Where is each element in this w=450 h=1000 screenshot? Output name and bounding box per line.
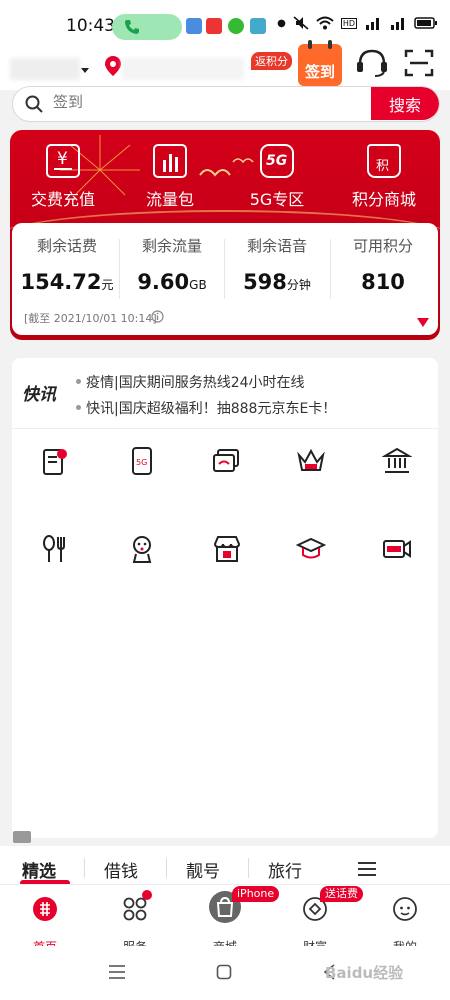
battery-icon xyxy=(414,17,437,29)
mute-icon xyxy=(293,16,309,30)
balance-data[interactable]: 剩余流量 9.60GB xyxy=(122,235,222,294)
5g-icon: 5G xyxy=(260,144,294,178)
divider xyxy=(224,239,225,299)
balance-value: 9.60GB xyxy=(137,270,207,294)
plus-crown-icon[interactable] xyxy=(296,446,326,476)
info-icon[interactable] xyxy=(151,310,164,323)
search-input[interactable] xyxy=(53,93,353,111)
dining-icon[interactable] xyxy=(40,534,70,564)
news-logo: 快讯 xyxy=(22,385,56,405)
divider xyxy=(248,858,249,878)
quick-action-data[interactable]: 流量包 xyxy=(125,144,215,210)
tab-number[interactable]: 靓号 xyxy=(186,857,220,882)
news-notify-icon xyxy=(206,18,222,34)
mascot-icon[interactable] xyxy=(127,534,157,564)
store-icon[interactable] xyxy=(212,534,242,564)
search-icon xyxy=(25,95,43,113)
balance-value: 598分钟 xyxy=(243,270,311,294)
location-text[interactable] xyxy=(122,58,244,80)
balance-voice[interactable]: 剩余语音 598分钟 xyxy=(227,235,327,294)
balance-timestamp: [截至 2021/10/01 10:14] xyxy=(24,312,157,325)
customer-service-icon[interactable] xyxy=(355,48,389,78)
divider xyxy=(84,858,85,878)
menu-icon[interactable] xyxy=(356,860,378,878)
scan-icon[interactable] xyxy=(404,48,434,78)
watermark: Baidu经验 xyxy=(325,964,404,982)
bank-icon[interactable] xyxy=(382,446,412,476)
bill-icon[interactable] xyxy=(40,446,70,476)
balance-value: 154.72元 xyxy=(20,270,114,294)
hd-icon: HD xyxy=(340,17,357,29)
signal-5g-2-icon xyxy=(391,18,404,30)
checkin-label: 签到 xyxy=(304,63,335,81)
live-video-icon[interactable] xyxy=(382,534,412,564)
points-badge: 返积分 xyxy=(251,52,292,70)
search-bar: 搜索 xyxy=(12,86,440,122)
signal-5g-icon xyxy=(366,18,379,30)
search-button-label: 搜索 xyxy=(388,95,421,115)
gift-credit-badge: 送话费 xyxy=(320,886,363,902)
search-button[interactable]: 搜索 xyxy=(371,87,439,120)
status-time: 10:43 xyxy=(66,16,115,36)
svg-text:5G: 5G xyxy=(136,458,147,467)
divider xyxy=(119,239,120,299)
quick-action-topup[interactable]: ¥ 交费充值 xyxy=(18,144,108,210)
balance-value: 810 xyxy=(361,270,405,294)
category-tabs xyxy=(0,846,450,884)
quick-action-label: 流量包 xyxy=(145,190,194,209)
points-bag-icon: 积 xyxy=(367,144,401,178)
wifi-icon xyxy=(316,16,334,30)
caret-down-icon[interactable] xyxy=(81,66,89,74)
balance-label: 剩余话费 xyxy=(36,237,97,255)
balance-label: 可用积分 xyxy=(352,237,413,255)
divider xyxy=(12,428,438,429)
home-button-icon[interactable] xyxy=(216,964,232,980)
system-indicators: ● HD xyxy=(277,16,438,30)
quick-action-label: 交费充值 xyxy=(30,190,95,209)
profile-icon[interactable] xyxy=(392,896,418,922)
checkin-button[interactable]: 签到 xyxy=(298,40,342,86)
dot-icon: ● xyxy=(277,17,286,29)
quick-action-points[interactable]: 积 积分商城 xyxy=(339,144,429,210)
data-chart-icon xyxy=(153,144,187,178)
keyboard-icon xyxy=(13,831,31,843)
phone-icon xyxy=(125,20,139,34)
account-number[interactable] xyxy=(10,58,80,80)
paw-notify-icon xyxy=(250,18,266,34)
balance-label: 剩余语音 xyxy=(246,237,307,255)
graduation-cap-icon[interactable] xyxy=(296,534,326,564)
quick-action-label: 5G专区 xyxy=(249,190,305,209)
home-icon[interactable] xyxy=(32,896,58,922)
balance-fee[interactable]: 剩余话费 154.72元 xyxy=(17,235,117,294)
expand-triangle-icon[interactable] xyxy=(417,318,429,327)
tab-featured[interactable]: 精选 xyxy=(22,857,56,882)
services-icon[interactable] xyxy=(122,896,148,922)
quick-action-5g[interactable]: 5G 5G专区 xyxy=(232,144,322,210)
recent-apps-icon[interactable] xyxy=(108,964,126,980)
chat-notify-icon xyxy=(228,18,244,34)
iphone-badge: iPhone xyxy=(232,886,280,902)
balance-label: 剩余流量 xyxy=(141,237,202,255)
news-item[interactable]: 疫情|国庆期间服务热线24小时在线 xyxy=(76,372,305,392)
yen-card-icon: ¥ xyxy=(46,144,80,178)
news-item[interactable]: 快讯|国庆超级福利！抽888元京东E卡！ xyxy=(75,398,336,418)
wifi-cards-icon[interactable] xyxy=(212,446,242,476)
quick-action-label: 积分商城 xyxy=(351,190,416,209)
divider xyxy=(166,858,167,878)
divider xyxy=(330,239,331,299)
notification-dot xyxy=(142,890,152,900)
app-notify-icon xyxy=(186,18,202,34)
tab-travel[interactable]: 旅行 xyxy=(268,857,302,882)
5g-phone-icon[interactable]: 5G xyxy=(127,446,157,476)
tab-loan[interactable]: 借钱 xyxy=(104,857,138,882)
balance-points[interactable]: 可用积分 810 xyxy=(333,235,433,294)
content-card xyxy=(12,358,438,838)
status-bar: 10:43 ● HD xyxy=(0,0,450,50)
call-indicator[interactable] xyxy=(112,14,182,40)
location-pin-icon[interactable] xyxy=(105,56,121,76)
